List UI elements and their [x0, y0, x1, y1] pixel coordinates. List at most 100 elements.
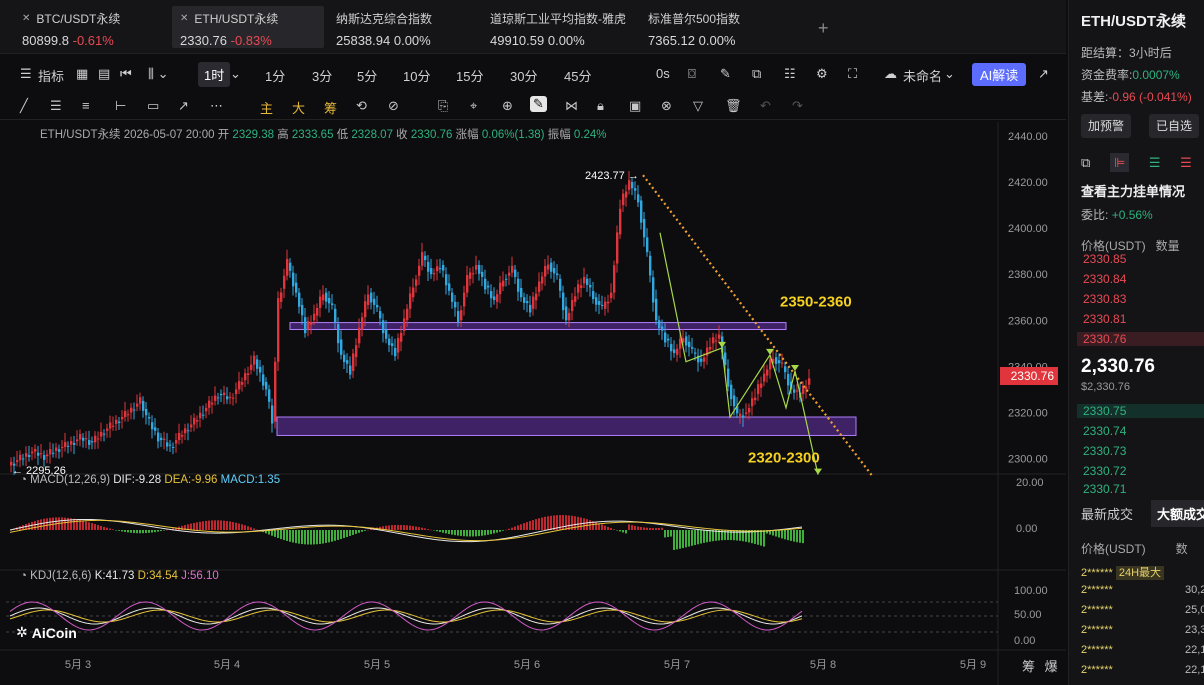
ticker-nasdaq[interactable]: 纳斯达克综合指数 25838.94 0.00%: [328, 6, 440, 48]
ask-price[interactable]: 2330.84: [1083, 272, 1126, 286]
chip-button[interactable]: 筹: [324, 98, 337, 117]
ask-price[interactable]: 2330.81: [1083, 312, 1126, 326]
ticker-sp500[interactable]: 标准普尔500指数 7365.12 0.00%: [640, 6, 748, 48]
sync-icon[interactable]: ⟲: [356, 98, 367, 114]
menu-icon[interactable]: ☰: [20, 66, 32, 82]
rewind-icon[interactable]: ⏮: [120, 66, 132, 82]
visibility-icon[interactable]: ▣: [629, 98, 641, 114]
ruler-icon[interactable]: ⌖: [470, 98, 477, 114]
watchlist-button[interactable]: 已自选: [1149, 114, 1200, 138]
tab-large-trades[interactable]: 大额成交: [1151, 500, 1204, 527]
layout-name-select[interactable]: 未命名: [903, 66, 942, 85]
candle-body: [574, 296, 577, 302]
asks-tab-icon[interactable]: ☰: [1180, 155, 1192, 170]
main-force-button[interactable]: 主: [260, 98, 273, 117]
add-alert-button[interactable]: 加预警: [1081, 114, 1132, 138]
candle-body: [256, 359, 259, 369]
bid-price[interactable]: 2330.75: [1077, 404, 1204, 418]
more-tools-icon[interactable]: ⋯: [210, 98, 223, 114]
big-order-button[interactable]: 大: [292, 98, 305, 117]
candle-body: [571, 300, 574, 312]
share-icon[interactable]: ⧉: [752, 66, 761, 82]
macd-bar: [307, 530, 309, 545]
horizontal-ray-icon[interactable]: ⊢: [115, 98, 126, 114]
timeframe-dropdown-icon[interactable]: ⌄: [230, 66, 241, 82]
candlestick-chart[interactable]: 2440.002420.002400.002380.002360.002340.…: [0, 122, 1066, 685]
magnet-icon[interactable]: ⋈: [565, 98, 578, 114]
candle-body: [301, 304, 304, 316]
timeframe-1h[interactable]: 1时: [198, 62, 231, 87]
brush-icon[interactable]: ✎: [530, 96, 547, 112]
ticker-btc[interactable]: ✕ BTC/USDT永续 80899.8 -0.61%: [14, 6, 128, 48]
candle-body: [679, 338, 682, 349]
timeframe-10m[interactable]: 10分: [403, 66, 430, 85]
fullscreen-icon[interactable]: ⛶: [848, 66, 857, 82]
lock-icon[interactable]: 🔒︎: [597, 98, 604, 114]
trash-icon[interactable]: 🗑︎: [725, 98, 742, 114]
undo-icon[interactable]: ↶: [760, 98, 771, 114]
timeframe-45m[interactable]: 45分: [564, 66, 591, 85]
tab-icon[interactable]: ⧉: [1081, 155, 1090, 170]
camera-icon[interactable]: ⌼: [688, 66, 696, 82]
bid-price[interactable]: 2330.71: [1083, 482, 1126, 496]
copy-icon[interactable]: ⎘: [438, 98, 448, 114]
timeframe-3m[interactable]: 3分: [312, 66, 332, 85]
macd-bar: [199, 521, 201, 530]
eye-icon[interactable]: ◔: [20, 474, 27, 486]
list-icon[interactable]: ☷: [784, 66, 796, 82]
chevron-down-icon[interactable]: ⌄: [944, 66, 955, 82]
main-orders-link[interactable]: 查看主力挂单情况: [1081, 181, 1185, 200]
candle-body: [466, 275, 469, 293]
timeframe-0s[interactable]: 0s: [656, 66, 670, 81]
link-icon[interactable]: ⊗: [661, 98, 672, 114]
bids-tab-icon[interactable]: ☰: [1149, 155, 1161, 170]
bid-price[interactable]: 2330.73: [1083, 444, 1126, 458]
filter-icon[interactable]: ▽: [693, 98, 703, 114]
bid-price[interactable]: 2330.72: [1083, 464, 1126, 478]
macd-bar: [91, 523, 93, 530]
timeframe-30m[interactable]: 30分: [510, 66, 537, 85]
cross-icon[interactable]: ✕: [180, 13, 188, 24]
ask-price[interactable]: 2330.83: [1083, 292, 1126, 306]
cross-icon[interactable]: ✕: [22, 13, 30, 24]
add-tab-icon[interactable]: +: [818, 18, 829, 39]
chart-area[interactable]: 2440.002420.002400.002380.002360.002340.…: [0, 122, 1066, 685]
chip-axis-button[interactable]: 筹: [1022, 659, 1035, 674]
macd-bar: [655, 528, 657, 530]
cloud-icon[interactable]: ☁: [884, 66, 897, 82]
ticker-eth[interactable]: ✕ ETH/USDT永续 2330.76 -0.83%: [172, 6, 324, 48]
macd-bar: [142, 530, 144, 534]
eye-icon[interactable]: ◔: [20, 570, 27, 582]
hline-tool-icon[interactable]: ≡: [82, 98, 90, 113]
tab-latest-trades[interactable]: 最新成交: [1081, 504, 1133, 523]
timeframe-5m[interactable]: 5分: [357, 66, 377, 85]
calendar-icon[interactable]: ▤: [98, 66, 110, 82]
bid-price[interactable]: 2330.74: [1083, 424, 1126, 438]
zoom-icon[interactable]: ⊕: [502, 98, 513, 114]
macd-bar: [736, 530, 738, 541]
macd-bar: [355, 530, 357, 534]
hide-icon[interactable]: ⊘: [388, 98, 399, 114]
indicators-button[interactable]: 指标: [38, 66, 64, 85]
orderbook-tab-icon[interactable]: ⊫: [1109, 153, 1130, 172]
ask-price[interactable]: 2330.76: [1077, 332, 1204, 346]
rectangle-tool-icon[interactable]: ▭: [147, 98, 159, 114]
liquidation-axis-button[interactable]: 爆: [1045, 659, 1058, 674]
ask-price[interactable]: 2330.85: [1083, 252, 1126, 266]
redo-icon[interactable]: ↷: [792, 98, 803, 114]
macd-bar: [628, 524, 630, 530]
pen-icon[interactable]: ✎: [720, 66, 731, 82]
layout-icon[interactable]: ▦: [76, 66, 88, 82]
candle-body: [655, 298, 658, 321]
settings-icon[interactable]: ⚙: [816, 66, 828, 82]
parallel-tool-icon[interactable]: ☰: [50, 98, 62, 114]
candle-body: [460, 310, 463, 321]
line-tool-icon[interactable]: ╱: [20, 98, 28, 114]
timeframe-1m[interactable]: 1分: [265, 66, 285, 85]
candle-type-icon[interactable]: ⫼ ⌄: [148, 66, 169, 82]
external-share-icon[interactable]: ↗: [1038, 66, 1049, 82]
timeframe-15m[interactable]: 15分: [456, 66, 483, 85]
ai-interpret-button[interactable]: AI解读: [972, 63, 1027, 86]
arrow-tool-icon[interactable]: ↗: [178, 98, 189, 114]
ticker-dow[interactable]: 道琼斯工业平均指数-雅虎 49910.59 0.00%: [482, 6, 634, 48]
